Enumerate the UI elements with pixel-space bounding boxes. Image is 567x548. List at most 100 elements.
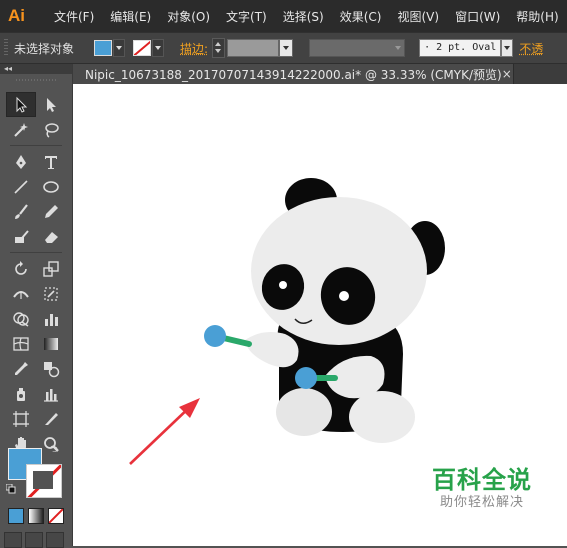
eyedropper-icon	[15, 361, 28, 375]
stroke-swatch[interactable]	[133, 40, 152, 56]
blob-brush-tool[interactable]	[6, 224, 36, 249]
free-transform-tool[interactable]	[36, 281, 66, 306]
panel-grip[interactable]	[4, 39, 8, 57]
default-colors-icon[interactable]	[6, 484, 16, 494]
symbol-sprayer-tool[interactable]	[6, 381, 36, 406]
watermark-title: 百科全说	[432, 466, 532, 494]
mesh-icon	[13, 336, 29, 351]
column-graph-tool[interactable]	[36, 381, 66, 406]
panda-right-foot	[349, 391, 415, 443]
blob-brush-icon	[15, 229, 29, 243]
eraser-tool[interactable]	[36, 224, 66, 249]
fill-color-control[interactable]	[94, 39, 126, 57]
tools-panel-header[interactable]: ◂◂	[0, 64, 72, 74]
document-tab-bar: Nipic_10673188_20170707143914222000.ai* …	[73, 64, 567, 84]
stroke-dropdown-arrow[interactable]	[152, 39, 165, 57]
paintbrush-icon	[15, 203, 28, 219]
slice-tool[interactable]	[36, 406, 66, 431]
shape-builder-tool[interactable]	[6, 306, 36, 331]
brush-definition-label: · 2 pt. Oval	[424, 42, 497, 53]
stroke-weight-label[interactable]: 描边:	[180, 40, 208, 57]
ellipse-icon	[43, 180, 59, 193]
selection-tool[interactable]	[6, 92, 36, 117]
direct-selection-tool[interactable]	[36, 92, 66, 117]
line-segment-icon	[14, 179, 28, 194]
lasso-icon	[45, 122, 59, 138]
menu-effect[interactable]: 效果(C)	[332, 8, 390, 25]
scale-tool[interactable]	[36, 256, 66, 281]
menu-type[interactable]: 文字(T)	[218, 8, 275, 25]
artboard-tool[interactable]	[6, 406, 36, 431]
graph-tool[interactable]	[36, 306, 66, 331]
variable-width-profile[interactable]	[309, 39, 406, 57]
panda-right-eye	[339, 291, 349, 301]
tool-grid	[6, 92, 66, 456]
menu-object[interactable]: 对象(O)	[159, 8, 218, 25]
fill-dropdown-arrow[interactable]	[113, 39, 126, 57]
watermark: 百科全说 助你轻松解决	[412, 466, 552, 512]
magic-wand-icon	[14, 122, 28, 137]
eyedropper-tool[interactable]	[6, 356, 36, 381]
none-slash-icon	[49, 509, 63, 523]
shape-builder-icon	[13, 311, 29, 327]
paintbrush-tool[interactable]	[6, 199, 36, 224]
swap-fill-stroke-icon[interactable]: ⮌	[50, 442, 58, 459]
opacity-label[interactable]: 不透	[519, 40, 543, 57]
left-lollipop-candy	[204, 325, 226, 347]
fill-swatch[interactable]	[94, 40, 113, 56]
menu-window[interactable]: 窗口(W)	[447, 8, 508, 25]
panda-left-foot	[276, 388, 332, 436]
width-tool[interactable]	[6, 281, 36, 306]
document-title: Nipic_10673188_20170707143914222000.ai* …	[85, 67, 502, 82]
none-mode-button[interactable]	[48, 508, 64, 524]
scale-icon	[43, 260, 59, 277]
pencil-icon	[45, 204, 58, 218]
gradient-icon	[44, 337, 58, 350]
tools-panel-grip[interactable]	[0, 74, 72, 86]
stroke-color-control[interactable]	[133, 39, 165, 57]
symbol-sprayer-icon	[17, 387, 25, 401]
stroke-weight-field[interactable]	[227, 39, 280, 57]
bar-graph-icon	[45, 313, 58, 326]
pencil-tool[interactable]	[36, 199, 66, 224]
pen-tool[interactable]	[6, 149, 36, 174]
rotate-tool[interactable]	[6, 256, 36, 281]
line-segment-tool[interactable]	[6, 174, 36, 199]
lasso-tool[interactable]	[36, 117, 66, 142]
artboard-canvas[interactable]: 百科全说 助你轻松解决	[73, 84, 567, 546]
menu-edit[interactable]: 编辑(E)	[102, 8, 159, 25]
eraser-icon	[45, 231, 58, 243]
menu-file[interactable]: 文件(F)	[46, 8, 102, 25]
blend-icon	[44, 361, 60, 377]
stroke-weight-stepper[interactable]	[212, 38, 226, 58]
column-graph-icon	[44, 388, 58, 402]
brush-definition-field[interactable]: · 2 pt. Oval	[419, 39, 502, 57]
artboard-icon	[13, 410, 29, 427]
menu-select[interactable]: 选择(S)	[275, 8, 332, 25]
brush-dropdown[interactable]	[501, 39, 514, 57]
menu-view[interactable]: 视图(V)	[389, 8, 447, 25]
panda-left-eye	[279, 281, 287, 289]
menu-help[interactable]: 帮助(H)	[508, 8, 566, 25]
stroke-weight-dropdown[interactable]	[279, 39, 294, 57]
slice-knife-icon	[45, 412, 58, 425]
mesh-tool[interactable]	[6, 331, 36, 356]
watermark-subtitle: 助你轻松解决	[439, 495, 524, 510]
direct-selection-arrow-icon	[47, 97, 56, 112]
gradient-tool[interactable]	[36, 331, 66, 356]
selection-status: 未选择对象	[14, 41, 75, 56]
type-tool[interactable]	[36, 149, 66, 174]
stroke-color-box[interactable]	[26, 464, 62, 498]
free-transform-icon	[44, 286, 58, 301]
document-tab[interactable]: Nipic_10673188_20170707143914222000.ai* …	[73, 64, 514, 84]
magic-wand-tool[interactable]	[6, 117, 36, 142]
blend-tool[interactable]	[36, 356, 66, 381]
selection-arrow-icon	[16, 96, 28, 113]
close-tab-icon[interactable]: ×	[502, 67, 512, 81]
color-mode-row	[8, 508, 64, 524]
width-tool-icon	[13, 290, 29, 299]
panda-left-arm	[245, 332, 299, 368]
gradient-mode-button[interactable]	[28, 508, 44, 524]
ellipse-tool[interactable]	[36, 174, 66, 199]
color-mode-button[interactable]	[8, 508, 24, 524]
